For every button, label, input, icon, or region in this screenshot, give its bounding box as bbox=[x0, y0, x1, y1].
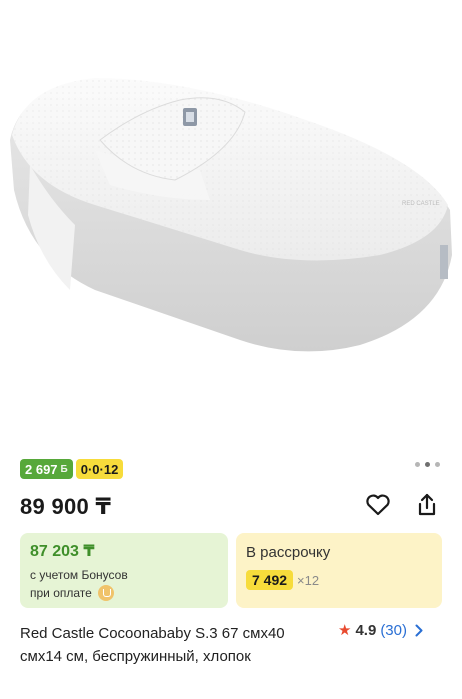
product-image[interactable]: RED CASTLE bbox=[0, 0, 462, 440]
installment-card[interactable]: В рассрочку 7 492 ×12 bbox=[236, 533, 442, 608]
bonus-price-card[interactable]: 87 203 ₸ с учетом Бонусов при оплате bbox=[20, 533, 228, 608]
cocoon-mattress-illustration: RED CASTLE bbox=[10, 78, 452, 352]
installment-title: В рассрочку bbox=[246, 544, 331, 561]
rating-link[interactable]: ★ 4.9 (30) bbox=[338, 622, 423, 639]
bonus-badge-value: 2 697 bbox=[25, 461, 58, 477]
bonus-note-2: при оплате bbox=[30, 585, 218, 601]
gallery-pagination[interactable] bbox=[415, 462, 440, 467]
installment-badge: 0·0·12 bbox=[75, 459, 124, 479]
bonus-note-line1: с учетом Бонусов bbox=[30, 568, 128, 582]
review-count[interactable]: (30) bbox=[380, 622, 407, 639]
installment-row: 7 492 ×12 bbox=[246, 570, 432, 590]
share-button[interactable] bbox=[412, 490, 442, 520]
heart-icon bbox=[366, 494, 390, 516]
gallery-dot[interactable] bbox=[415, 462, 420, 467]
bonus-symbol: Б bbox=[60, 463, 68, 475]
product-price: 89 900 ₸ bbox=[20, 494, 112, 519]
chevron-right-icon bbox=[415, 624, 423, 637]
installment-amount: 7 492 bbox=[246, 570, 294, 590]
kaspi-icon bbox=[97, 585, 114, 601]
svg-text:RED CASTLE: RED CASTLE bbox=[402, 201, 440, 207]
bonus-note-line2: при оплате bbox=[30, 586, 92, 600]
bonus-badge: 2 697 Б bbox=[20, 459, 73, 479]
bonus-price: 87 203 ₸ bbox=[30, 543, 95, 560]
gallery-dot-active[interactable] bbox=[425, 462, 430, 467]
favorite-button[interactable] bbox=[363, 490, 393, 520]
badge-row: 2 697 Б 0·0·12 bbox=[20, 459, 124, 479]
product-title: Red Castle Cocoonababy S.3 67 смх40 смх1… bbox=[20, 625, 285, 665]
rating-value: 4.9 bbox=[355, 622, 377, 639]
gallery-dot[interactable] bbox=[435, 462, 440, 467]
share-icon bbox=[418, 493, 436, 516]
star-icon: ★ bbox=[338, 622, 352, 639]
bonus-note: с учетом Бонусов bbox=[30, 567, 218, 583]
installment-months: ×12 bbox=[297, 572, 320, 588]
